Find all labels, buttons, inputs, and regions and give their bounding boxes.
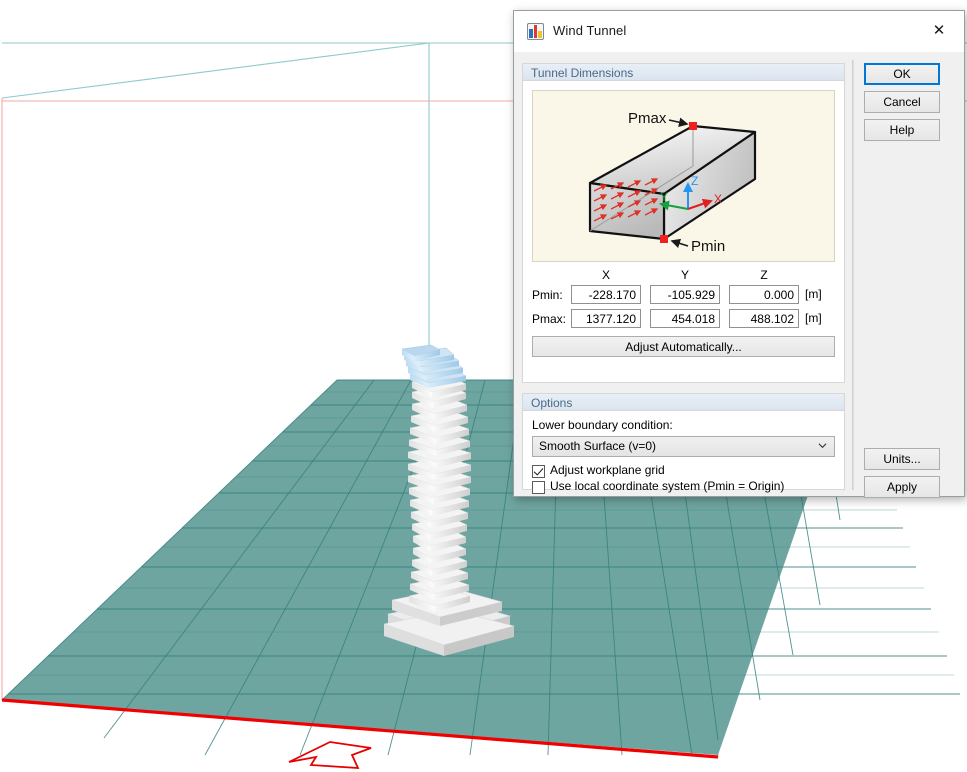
column-header-y: Y: [680, 268, 689, 282]
pmin-y-input[interactable]: [650, 285, 720, 304]
apply-button[interactable]: Apply: [864, 476, 940, 498]
tunnel-preview-image: Z Y X Pmax Pmin: [532, 90, 835, 262]
dialog-title: Wind Tunnel: [553, 23, 627, 38]
pmax-label: Pmax: [628, 110, 667, 127]
tunnel-dimensions-header: Tunnel Dimensions: [523, 64, 844, 81]
adjust-workplane-grid-checkbox[interactable]: [532, 465, 545, 478]
pmin-label: Pmin: [691, 238, 725, 255]
adjust-workplane-grid-label: Adjust workplane grid: [550, 463, 665, 477]
tunnel-dimensions-group: Tunnel Dimensions Z Y X Pmax Pmin X Y Z …: [522, 63, 845, 383]
pmax-z-input[interactable]: [729, 309, 799, 328]
dialog-titlebar[interactable]: Wind Tunnel ✕: [514, 11, 964, 52]
wind-tunnel-dialog[interactable]: Wind Tunnel ✕ Tunnel Dimensions Z Y X Pm…: [513, 10, 965, 498]
lower-boundary-select[interactable]: Smooth Surface (v=0): [532, 436, 835, 457]
axis-label-z: Z: [691, 174, 698, 188]
pmin-marker: [660, 235, 668, 243]
row-label-pmax: Pmax:: [532, 312, 567, 326]
pmin-unit: [m]: [805, 287, 822, 301]
options-group: Options Lower boundary condition: Smooth…: [522, 393, 845, 494]
pmin-x-input[interactable]: [571, 285, 641, 304]
axis-label-x: X: [714, 192, 722, 206]
adjust-automatically-button[interactable]: Adjust Automatically...: [532, 336, 835, 357]
pmax-unit: [m]: [805, 311, 822, 325]
use-local-coordinate-system-label: Use local coordinate system (Pmin = Orig…: [550, 479, 785, 493]
column-header-z: Z: [760, 268, 768, 282]
axis-label-y: Y: [660, 190, 668, 204]
pmin-z-input[interactable]: [729, 285, 799, 304]
panel-divider: [852, 60, 854, 490]
ok-button[interactable]: OK: [864, 63, 940, 85]
close-icon[interactable]: ✕: [920, 17, 958, 45]
use-local-coordinate-system-checkbox[interactable]: [532, 481, 545, 494]
options-header: Options: [523, 394, 844, 411]
lower-boundary-value: Smooth Surface (v=0): [539, 439, 657, 453]
tunnel-preview-svg: Z Y X Pmax Pmin: [588, 110, 757, 255]
units-button[interactable]: Units...: [864, 448, 940, 470]
cancel-button[interactable]: Cancel: [864, 91, 940, 113]
chevron-down-icon: [818, 443, 827, 449]
pmax-y-input[interactable]: [650, 309, 720, 328]
row-label-pmin: Pmin:: [532, 288, 563, 302]
dialog-body: Tunnel Dimensions Z Y X Pmax Pmin X Y Z …: [514, 52, 964, 498]
lower-boundary-label: Lower boundary condition:: [532, 418, 673, 432]
wind-tunnel-app-icon: [527, 23, 544, 40]
column-header-x: X: [601, 268, 610, 282]
wind-direction-arrow: [288, 741, 372, 769]
pmax-x-input[interactable]: [571, 309, 641, 328]
help-button[interactable]: Help: [864, 119, 940, 141]
pmax-marker: [689, 122, 697, 130]
